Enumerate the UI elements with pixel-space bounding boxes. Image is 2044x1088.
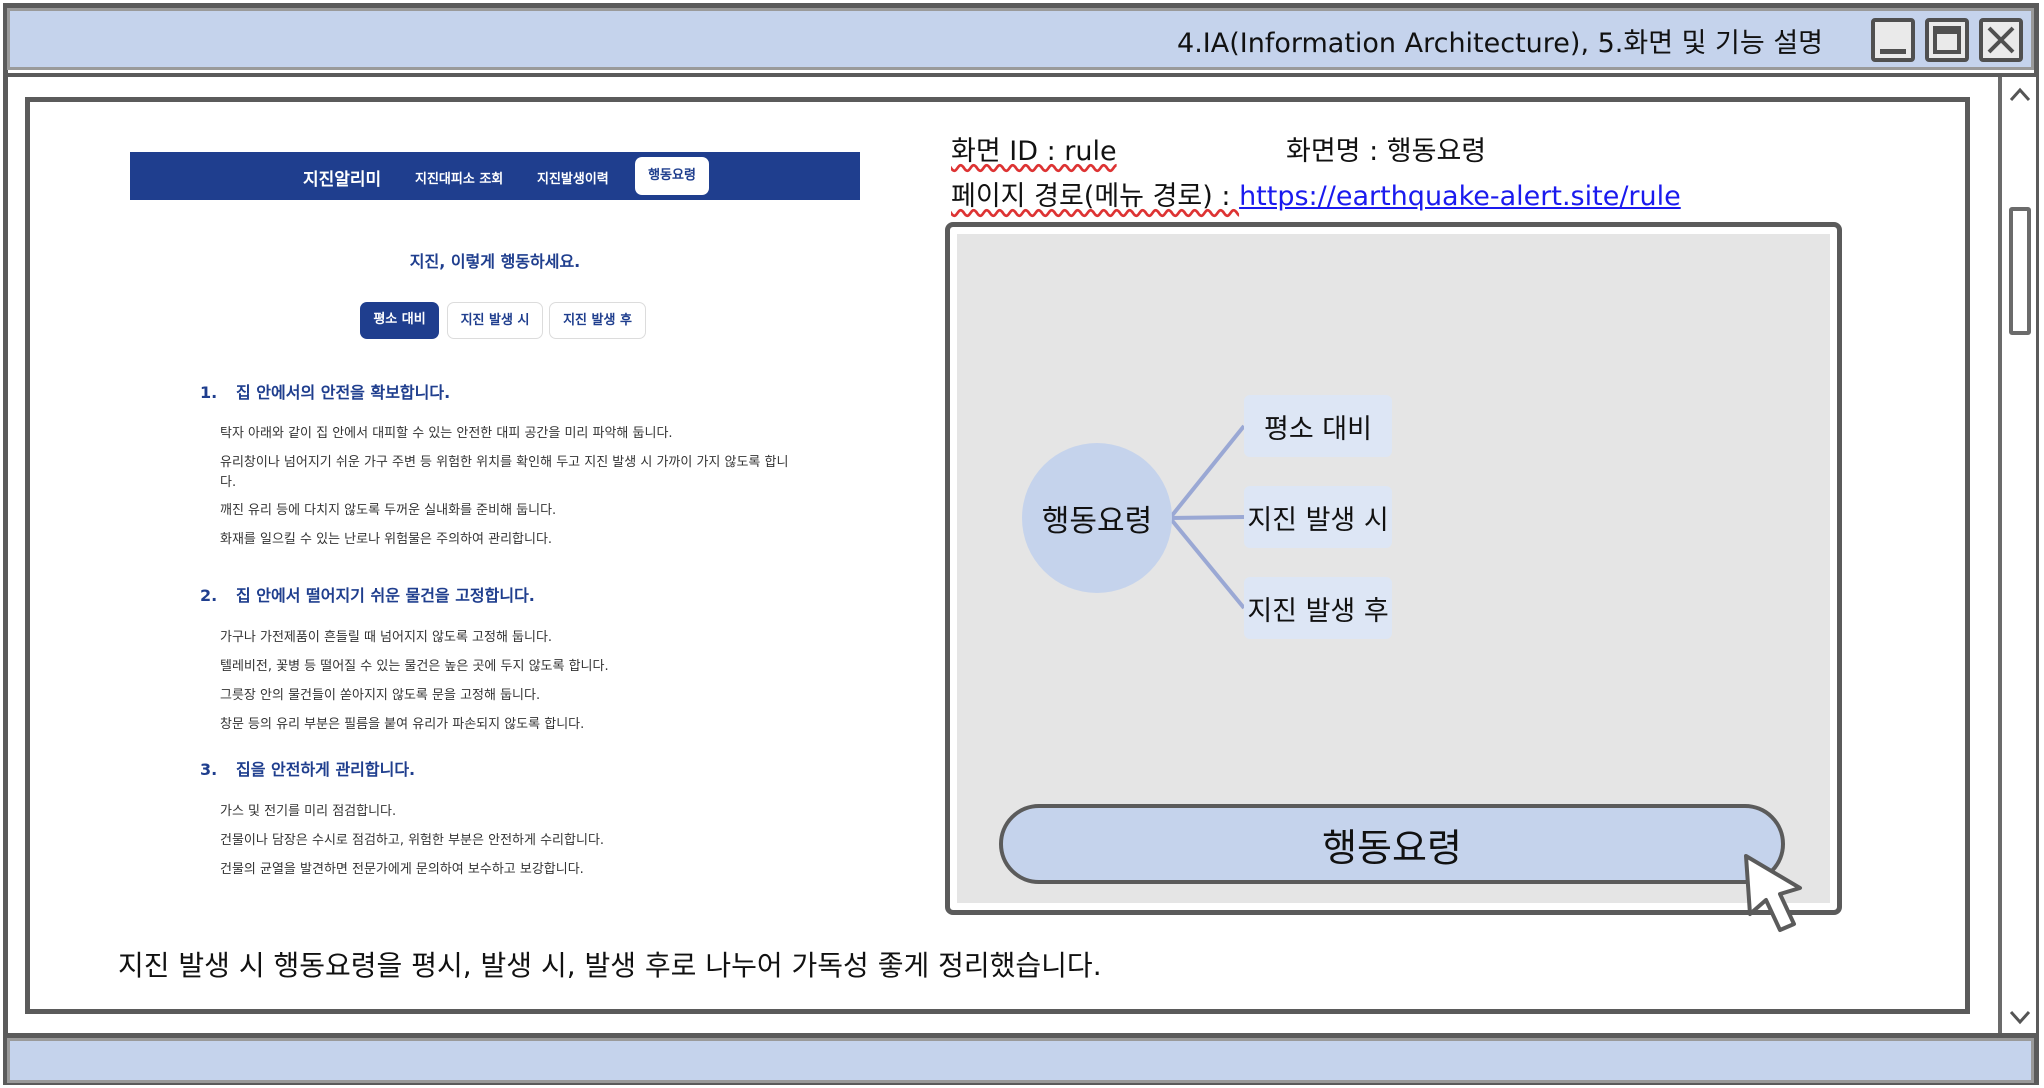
site-heading: 지진, 이렇게 행동하세요.	[409, 252, 581, 271]
section-line: 그릇장 안의 물건들이 쏟아지지 않도록 문을 고정해 둡니다.	[220, 688, 541, 703]
close-icon	[1987, 26, 2015, 54]
scroll-thumb[interactable]	[2009, 207, 2031, 335]
connector-line	[1168, 516, 1246, 610]
connector-line	[1169, 515, 1245, 520]
nav-link-history[interactable]: 지진발생이력	[537, 168, 609, 187]
divider	[3, 73, 2036, 77]
site-navbar: 지진알리미 지진대피소 조회 지진발생이력 행동요령	[130, 152, 860, 200]
section-title: 3. 집을 안전하게 관리합니다.	[200, 760, 416, 779]
close-button[interactable]	[1979, 18, 2023, 62]
diagram-root-node: 행동요령	[1022, 443, 1172, 593]
status-bar	[7, 1038, 2034, 1083]
vertical-scrollbar[interactable]	[1998, 77, 2036, 1035]
tab-after[interactable]: 지진 발생 후	[549, 302, 646, 339]
minimize-icon	[1880, 49, 1906, 54]
nav-link-rule[interactable]: 행동요령	[635, 157, 709, 195]
page-path: 페이지 경로(메뉴 경로) : https://earthquake-alert…	[951, 181, 1681, 212]
section-line: 창문 등의 유리 부분은 필름을 붙여 유리가 파손되지 않도록 합니다.	[220, 717, 585, 732]
section-title: 1. 집 안에서의 안전을 확보합니다.	[200, 383, 451, 402]
content-panel: 지진알리미 지진대피소 조회 지진발생이력 행동요령 지진, 이렇게 행동하세요…	[25, 97, 1970, 1014]
section-line: 가구나 가전제품이 흔들릴 때 넘어지지 않도록 고정해 둡니다.	[220, 630, 553, 645]
nav-link-shelter[interactable]: 지진대피소 조회	[415, 168, 503, 187]
screen-name: 화면명 : 행동요령	[1286, 136, 1487, 167]
maximize-icon	[1933, 26, 1961, 54]
section-line: 화재를 일으킬 수 있는 난로나 위험물은 주의하여 관리합니다.	[220, 532, 553, 547]
minimize-button[interactable]	[1871, 18, 1915, 62]
rule-button[interactable]: 행동요령	[999, 804, 1785, 884]
connector-line	[1168, 424, 1246, 520]
section-line: 유리창이나 넘어지기 쉬운 가구 주변 등 위험한 위치를 확인해 두고 지진 …	[220, 455, 789, 470]
section-line: 탁자 아래와 같이 집 안에서 대피할 수 있는 안전한 대피 공간을 미리 파…	[220, 426, 673, 441]
cursor-pointer-icon	[1744, 854, 1802, 932]
description-caption: 지진 발생 시 행동요령을 평시, 발생 시, 발생 후로 나누어 가독성 좋게…	[118, 949, 1102, 982]
window-title: 4.IA(Information Architecture), 5.화면 및 기…	[1177, 28, 1823, 59]
title-bar: 4.IA(Information Architecture), 5.화면 및 기…	[7, 8, 2034, 70]
diagram-child-node: 지진 발생 시	[1244, 486, 1392, 548]
page-path-link[interactable]: https://earthquake-alert.site/rule	[1239, 181, 1681, 212]
website-screenshot: 지진알리미 지진대피소 조회 지진발생이력 행동요령 지진, 이렇게 행동하세요…	[130, 152, 860, 897]
section-title: 2. 집 안에서 떨어지기 쉬운 물건을 고정합니다.	[200, 586, 535, 605]
maximize-button[interactable]	[1925, 18, 1969, 62]
section-line: 텔레비전, 꽃병 등 떨어질 수 있는 물건은 높은 곳에 두지 않도록 합니다…	[220, 659, 609, 674]
site-brand[interactable]: 지진알리미	[303, 165, 381, 190]
tab-normal[interactable]: 평소 대비	[360, 302, 439, 339]
scroll-down-icon[interactable]	[2008, 1007, 2032, 1027]
diagram-canvas: 행동요령 평소 대비 지진 발생 시 지진 발생 후 행동요령	[957, 234, 1830, 932]
tab-during[interactable]: 지진 발생 시	[447, 302, 543, 339]
section-line: 건물의 균열을 발견하면 전문가에게 문의하여 보수하고 보강합니다.	[220, 862, 584, 877]
section-line: 깨진 유리 등에 다치지 않도록 두꺼운 실내화를 준비해 둡니다.	[220, 503, 557, 518]
diagram-child-node: 평소 대비	[1244, 395, 1392, 457]
section-line: 다.	[220, 475, 237, 490]
scroll-up-icon[interactable]	[2008, 85, 2032, 105]
ia-diagram: 행동요령 평소 대비 지진 발생 시 지진 발생 후 행동요령	[945, 222, 1842, 932]
screen-id: 화면 ID : rule	[951, 136, 1117, 167]
diagram-child-node: 지진 발생 후	[1244, 577, 1392, 639]
section-line: 가스 및 전기를 미리 점검합니다.	[220, 804, 397, 819]
section-line: 건물이나 담장은 수시로 점검하고, 위험한 부분은 안전하게 수리합니다.	[220, 833, 605, 848]
